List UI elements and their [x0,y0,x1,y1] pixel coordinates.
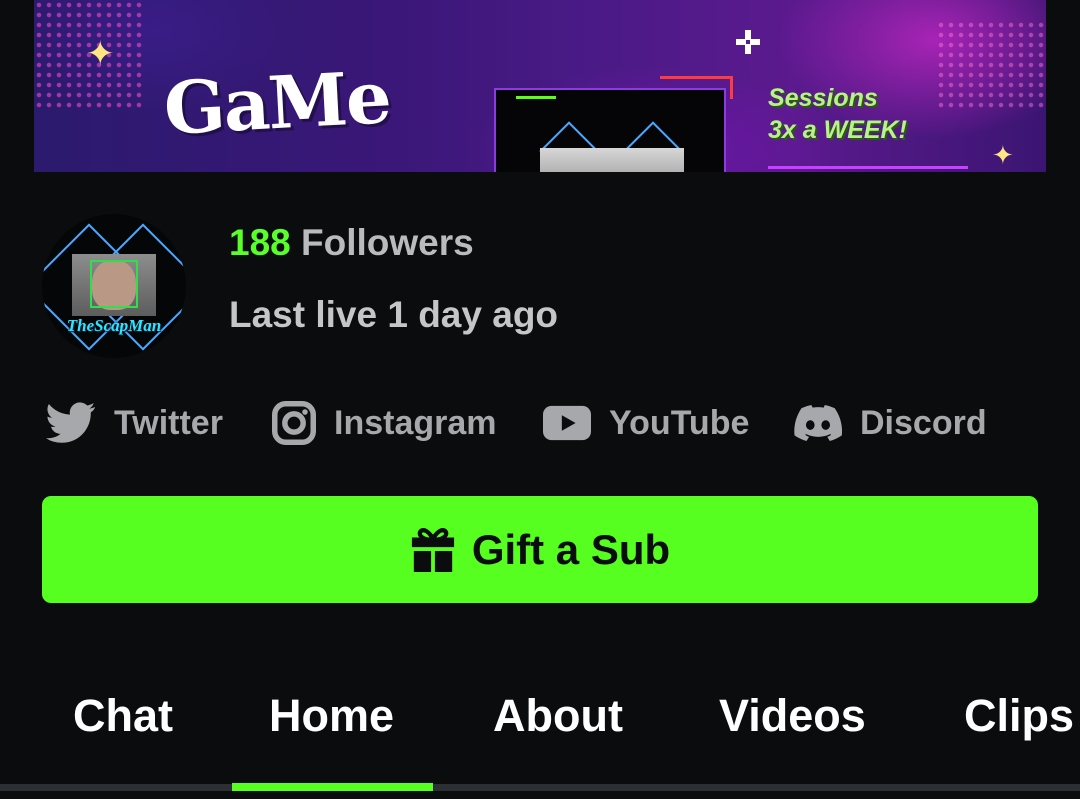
social-link-label: Discord [860,403,987,442]
sparkle-icon: ✦ [86,35,115,73]
tab-home[interactable]: Home [269,690,394,742]
banner-image: ✦ ✦ GaMe Sessions 3x a WEEK! [34,0,1046,172]
channel-avatar[interactable]: TheScapMan [42,214,186,358]
avatar-face-tracking-box [90,260,138,308]
twitter-icon [46,402,96,443]
tab-about[interactable]: About [493,690,623,742]
social-link-label: Twitter [114,403,223,442]
instagram-icon [272,401,316,445]
youtube-icon [543,405,591,441]
social-link-youtube[interactable]: YouTube [543,398,749,448]
last-live-status: Last live 1 day ago [229,294,559,335]
tab-clips[interactable]: Clips [964,690,1074,742]
followers-number: 188 [229,222,291,263]
sparkle-icon: ✦ [992,140,1014,170]
social-link-label: YouTube [609,403,750,442]
avatar-channel-name: TheScapMan [66,316,162,335]
followers-label: Followers [301,222,474,263]
social-link-label: Instagram [334,403,497,442]
banner-logo-text: GaMe [161,54,392,151]
tab-videos[interactable]: Videos [719,690,866,742]
channel-banner: ✦ ✦ GaMe Sessions 3x a WEEK! [0,0,1080,172]
frame-accent-green [516,96,556,103]
followers-count: 188 Followers [229,222,474,264]
social-link-discord[interactable]: Discord [794,398,987,448]
gift-a-sub-button[interactable]: Gift a Sub [42,496,1038,603]
gamepad-icon [736,30,760,54]
banner-divider [768,166,968,169]
banner-promo-text: Sessions 3x a WEEK! [768,82,907,146]
frame-corner-red [660,76,733,99]
banner-game-logo: GaMe [162,54,392,156]
social-link-twitter[interactable]: Twitter [46,398,223,448]
tab-chat[interactable]: Chat [73,690,173,742]
gift-icon [411,527,454,572]
discord-icon [794,405,842,441]
social-link-instagram[interactable]: Instagram [272,398,497,448]
banner-dot-pattern-right [936,20,1046,110]
banner-webcam-frame [494,76,733,172]
active-tab-indicator [232,783,433,791]
banner-promo-line2: 3x a WEEK! [768,116,907,144]
avatar-photo [72,254,156,316]
tab-bar-track [0,784,1080,791]
banner-webcam-photo [540,148,684,172]
banner-promo-line1: Sessions [768,84,878,112]
gift-button-label: Gift a Sub [471,525,671,573]
